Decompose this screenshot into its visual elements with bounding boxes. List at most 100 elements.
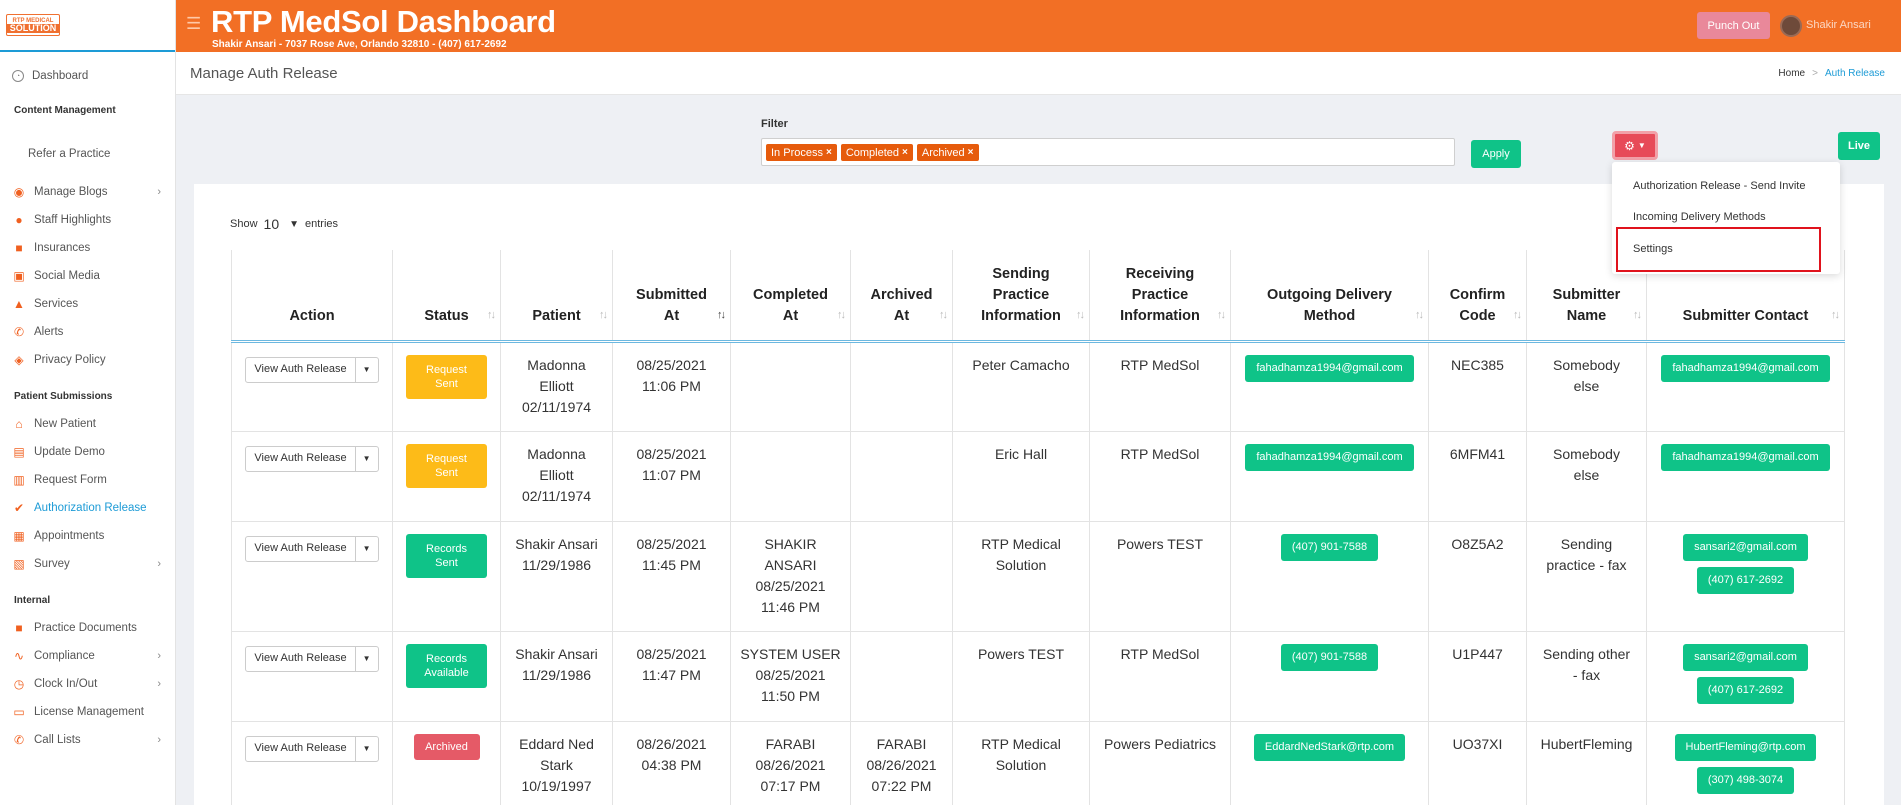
punch-out-button[interactable]: Punch Out: [1697, 12, 1770, 39]
sort-asc-icon[interactable]: ↑↓: [717, 305, 726, 326]
delivery-pill[interactable]: (407) 901-7588: [1280, 533, 1379, 561]
col-outgoing-delivery[interactable]: Outgoing Delivery Method ↑↓: [1230, 250, 1429, 343]
sidebar-item-practice-documents[interactable]: ■ Practice Documents: [0, 614, 175, 642]
filter-multiselect[interactable]: In Process × Completed × Archived ×: [761, 138, 1455, 166]
action-label[interactable]: View Auth Release: [246, 736, 356, 761]
action-label[interactable]: View Auth Release: [246, 536, 356, 561]
sort-icon[interactable]: ↑↓: [1415, 305, 1424, 326]
caret-down-icon[interactable]: ▼: [356, 537, 378, 561]
apply-button[interactable]: Apply: [1471, 140, 1521, 168]
remove-chip-icon[interactable]: ×: [968, 147, 974, 158]
sidebar-item-manage-blogs[interactable]: ◉ Manage Blogs ›: [0, 178, 175, 206]
filter-chip-in-process[interactable]: In Process ×: [766, 144, 837, 161]
sidebar-item-insurances[interactable]: ■ Insurances: [0, 234, 175, 262]
sidebar-item-new-patient[interactable]: ⌂ New Patient: [0, 410, 175, 438]
col-completed-at[interactable]: Completed At ↑↓: [730, 250, 851, 343]
sidebar-item-label: License Management: [34, 706, 144, 718]
hamburger-menu-icon[interactable]: ☰: [186, 14, 201, 34]
completed-line: 08/26/2021: [755, 756, 826, 773]
contact-pill[interactable]: sansari2@gmail.com: [1683, 533, 1808, 561]
view-auth-release-button[interactable]: View Auth Release ▼: [245, 356, 379, 383]
sort-icon[interactable]: ↑↓: [1513, 305, 1522, 326]
sidebar-item-staff-highlights[interactable]: ● Staff Highlights: [0, 206, 175, 234]
time-line: 11:47 PM: [642, 666, 701, 683]
sort-icon[interactable]: ↑↓: [1217, 305, 1226, 326]
caret-down-icon: ▼: [1637, 141, 1646, 150]
col-confirm-code[interactable]: Confirm Code ↑↓: [1428, 250, 1527, 343]
view-auth-release-button[interactable]: View Auth Release ▼: [245, 645, 379, 672]
col-status[interactable]: Status ↑↓: [392, 250, 501, 343]
caret-down-icon[interactable]: ▼: [356, 358, 378, 382]
filter-chip-completed[interactable]: Completed ×: [840, 144, 913, 161]
sidebar-item-social-media[interactable]: ▣ Social Media: [0, 262, 175, 290]
caret-down-icon[interactable]: ▼: [356, 447, 378, 471]
view-auth-release-button[interactable]: View Auth Release ▼: [245, 445, 379, 472]
contact-pill[interactable]: fahadhamza1994@gmail.com: [1661, 354, 1830, 382]
cell-archived: [850, 631, 953, 722]
cell-archived: [850, 341, 953, 432]
view-auth-release-button[interactable]: View Auth Release ▼: [245, 735, 379, 762]
time-line: 11:06 PM: [642, 377, 701, 394]
submitter-line: practice - fax: [1546, 556, 1627, 573]
col-sending-practice[interactable]: Sending Practice Information ↑↓: [952, 250, 1090, 343]
delivery-pill[interactable]: fahadhamza1994@gmail.com: [1245, 443, 1414, 471]
section-content-management: Content Management: [14, 104, 116, 116]
sort-icon[interactable]: ↑↓: [599, 305, 608, 326]
sort-icon[interactable]: ↑↓: [939, 305, 948, 326]
sidebar-item-services[interactable]: ▲ Services: [0, 290, 175, 318]
sort-icon[interactable]: ↑↓: [1633, 305, 1642, 326]
action-label[interactable]: View Auth Release: [246, 446, 356, 471]
patient-line: Madonna: [527, 445, 586, 462]
col-archived-at[interactable]: Archived At ↑↓: [850, 250, 953, 343]
action-label[interactable]: View Auth Release: [246, 357, 356, 382]
contact-pill[interactable]: (407) 617-2692: [1696, 566, 1795, 594]
sidebar-item-dashboard[interactable]: ◔ Dashboard: [0, 62, 175, 90]
sidebar-item-alerts[interactable]: ✆ Alerts: [0, 318, 175, 346]
sidebar-item-compliance[interactable]: ∿ Compliance ›: [0, 642, 175, 670]
entries-select[interactable]: 10 ▼: [264, 216, 299, 232]
sidebar-item-privacy-policy[interactable]: ◈ Privacy Policy: [0, 346, 175, 374]
sidebar-item-refer-practice[interactable]: Refer a Practice: [0, 140, 175, 168]
menu-item-send-invite[interactable]: Authorization Release - Send Invite: [1612, 170, 1840, 201]
contact-pill[interactable]: fahadhamza1994@gmail.com: [1661, 443, 1830, 471]
user-name[interactable]: Shakir Ansari: [1806, 19, 1871, 31]
sidebar-item-authorization-release[interactable]: ✔ Authorization Release: [0, 494, 175, 522]
sort-icon[interactable]: ↑↓: [1831, 305, 1840, 326]
action-label[interactable]: View Auth Release: [246, 646, 356, 671]
sidebar-item-clock-in-out[interactable]: ◷ Clock In/Out ›: [0, 670, 175, 698]
sort-icon[interactable]: ↑↓: [837, 305, 846, 326]
contact-pill[interactable]: sansari2@gmail.com: [1683, 643, 1808, 671]
breadcrumb-home[interactable]: Home: [1778, 68, 1805, 79]
col-patient[interactable]: Patient ↑↓: [500, 250, 613, 343]
sidebar-item-license-management[interactable]: ▭ License Management: [0, 698, 175, 726]
sidebar-item-call-lists[interactable]: ✆ Call Lists ›: [0, 726, 175, 754]
caret-down-icon[interactable]: ▼: [356, 647, 378, 671]
sidebar-item-appointments[interactable]: ▦ Appointments: [0, 522, 175, 550]
view-auth-release-button[interactable]: View Auth Release ▼: [245, 535, 379, 562]
sort-icon[interactable]: ↑↓: [487, 305, 496, 326]
status-line: Sent: [435, 466, 458, 479]
sort-icon[interactable]: ↑↓: [1076, 305, 1085, 326]
filter-chip-archived[interactable]: Archived ×: [916, 144, 979, 161]
delivery-pill[interactable]: EddardNedStark@rtp.com: [1253, 733, 1406, 761]
sidebar-item-update-demo[interactable]: ▤ Update Demo: [0, 438, 175, 466]
remove-chip-icon[interactable]: ×: [902, 147, 908, 158]
chip-label: In Process: [771, 146, 823, 159]
contact-pill[interactable]: (307) 498-3074: [1696, 766, 1795, 794]
delivery-pill[interactable]: fahadhamza1994@gmail.com: [1245, 354, 1414, 382]
contact-pill[interactable]: (407) 617-2692: [1696, 676, 1795, 704]
settings-dropdown-button[interactable]: ⚙ ▼: [1612, 131, 1658, 160]
remove-chip-icon[interactable]: ×: [826, 147, 832, 158]
archived-line: FARABI: [876, 735, 927, 752]
col-receiving-practice[interactable]: Receiving Practice Information ↑↓: [1089, 250, 1231, 343]
avatar[interactable]: [1780, 15, 1802, 37]
contact-pill[interactable]: HubertFleming@rtp.com: [1674, 733, 1817, 761]
delivery-pill[interactable]: (407) 901-7588: [1280, 643, 1379, 671]
sidebar-item-survey[interactable]: ▧ Survey ›: [0, 550, 175, 578]
caret-down-icon[interactable]: ▼: [356, 737, 378, 761]
live-button[interactable]: Live: [1838, 132, 1880, 160]
sidebar-item-request-form[interactable]: ▥ Request Form: [0, 466, 175, 494]
chevron-right-icon: ›: [157, 650, 161, 662]
col-submitted-at[interactable]: Submitted At ↑↓: [612, 250, 731, 343]
logo[interactable]: RTP MEDICAL SOLUTION: [6, 14, 60, 36]
